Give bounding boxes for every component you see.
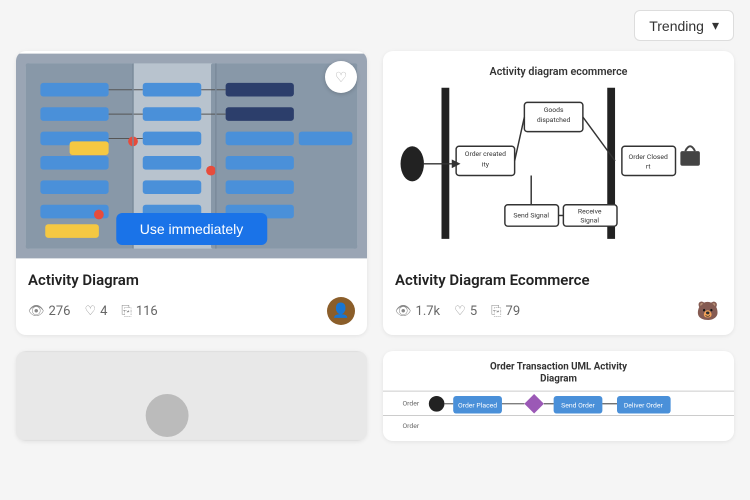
svg-text:Goods: Goods	[544, 106, 564, 114]
svg-text:Deliver Order: Deliver Order	[624, 402, 664, 410]
eye-icon-2: 👁	[395, 304, 412, 319]
card-bottom-left	[16, 351, 367, 441]
copies-count-2: 79	[506, 304, 521, 319]
avatar-1: 👤	[327, 297, 355, 325]
eye-icon: 👁	[28, 304, 45, 319]
copies-stat: ⎘ 116	[121, 304, 157, 319]
svg-text:dispatched: dispatched	[537, 116, 571, 124]
svg-text:Order: Order	[403, 422, 420, 430]
svg-text:Order: Order	[403, 400, 420, 408]
card-stats-1: 👁 276 ♡ 4 ⎘ 116 👤	[28, 297, 355, 325]
card-stats-2: 👁 1.7k ♡ 5 ⎘ 79 🐻	[395, 297, 722, 325]
trending-label: Trending	[649, 18, 704, 34]
svg-text:Send Signal: Send Signal	[513, 211, 549, 219]
heart-icon-2: ♡	[454, 304, 466, 319]
copy-icon: ⎘	[121, 304, 131, 319]
top-bar: Trending ▾	[0, 0, 750, 51]
card-info-1: Activity Diagram 👁 276 ♡ 4 ⎘ 116 👤	[16, 261, 367, 335]
svg-text:Activity diagram ecommerce: Activity diagram ecommerce	[490, 65, 628, 78]
copies-stat-2: ⎘ 79	[491, 304, 520, 319]
svg-text:rt: rt	[646, 163, 651, 171]
card-title-1: Activity Diagram	[28, 271, 355, 289]
card-order-transaction: Order Transaction UML Activity Diagram O…	[383, 351, 734, 441]
copy-icon-2: ⎘	[491, 304, 501, 319]
views-count: 276	[49, 304, 71, 319]
card-activity-diagram: ♡ Use immediately Activity Diagram 👁 276…	[16, 51, 367, 335]
bottom-left-svg	[16, 351, 367, 441]
order-transaction-svg: Order Transaction UML Activity Diagram O…	[383, 351, 734, 441]
views-stat-2: 👁 1.7k	[395, 304, 440, 319]
grid-container: ♡ Use immediately Activity Diagram 👁 276…	[0, 51, 750, 457]
card-image-left[interactable]: ♡ Use immediately	[16, 51, 367, 261]
likes-stat-2: ♡ 5	[454, 304, 477, 319]
svg-text:Send Order: Send Order	[561, 402, 595, 410]
svg-text:Diagram: Diagram	[540, 373, 577, 384]
copies-count: 116	[136, 304, 158, 319]
card-ecommerce: Activity diagram ecommerce Order created…	[383, 51, 734, 335]
svg-text:Order Transaction UML Activity: Order Transaction UML Activity	[490, 362, 627, 373]
use-immediately-button[interactable]: Use immediately	[116, 213, 267, 245]
views-stat: 👁 276	[28, 304, 70, 319]
svg-text:Signal: Signal	[580, 216, 599, 224]
likes-count: 4	[100, 304, 107, 319]
card-image-bottom-left[interactable]	[16, 351, 367, 441]
svg-text:ity: ity	[482, 161, 490, 169]
heart-button[interactable]: ♡	[325, 61, 357, 93]
views-count-2: 1.7k	[416, 304, 441, 319]
trending-dropdown[interactable]: Trending ▾	[634, 10, 734, 41]
card-image-order[interactable]: Order Transaction UML Activity Diagram O…	[383, 351, 734, 441]
likes-count-2: 5	[470, 304, 477, 319]
card-info-2: Activity Diagram Ecommerce 👁 1.7k ♡ 5 ⎘ …	[383, 261, 734, 335]
chevron-down-icon: ▾	[712, 17, 719, 34]
ecommerce-diagram-svg: Activity diagram ecommerce Order created…	[383, 51, 734, 261]
card-title-2: Activity Diagram Ecommerce	[395, 271, 722, 289]
card-image-right[interactable]: Activity diagram ecommerce Order created…	[383, 51, 734, 261]
svg-text:Order Placed: Order Placed	[458, 402, 497, 410]
svg-text:Order Closed: Order Closed	[629, 153, 668, 161]
svg-text:Order created: Order created	[465, 150, 506, 158]
avatar-2: 🐻	[694, 297, 722, 325]
svg-text:Receive: Receive	[578, 208, 602, 216]
likes-stat: ♡ 4	[84, 304, 107, 319]
heart-icon: ♡	[84, 304, 96, 319]
